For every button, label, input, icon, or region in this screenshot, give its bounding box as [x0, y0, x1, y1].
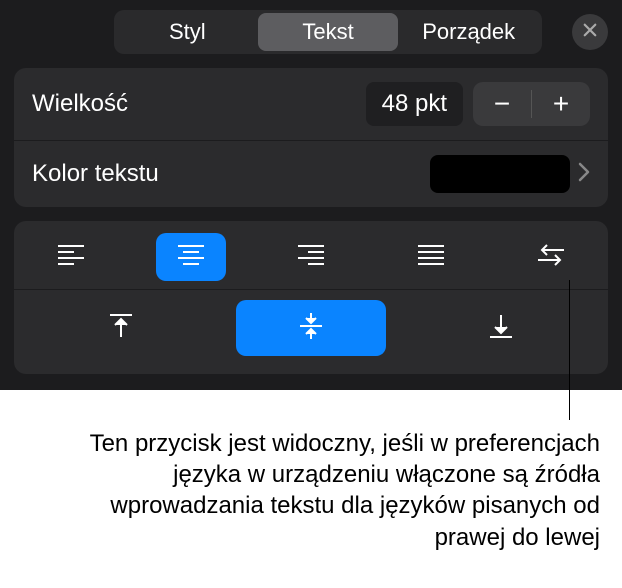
- format-panel: Styl Tekst Porządek Wielkość 48 pkt − +: [0, 0, 622, 390]
- callout: Ten przycisk jest widoczny, jeśli w pref…: [0, 390, 622, 553]
- align-left-icon: [56, 242, 86, 273]
- vertical-align-row: [14, 290, 608, 370]
- text-color-row[interactable]: Kolor tekstu: [14, 141, 608, 207]
- minus-icon: −: [494, 88, 510, 120]
- align-right-icon: [296, 242, 326, 273]
- text-color-swatch[interactable]: [430, 155, 570, 193]
- tab-arrange[interactable]: Porządek: [398, 13, 539, 51]
- valign-bottom-icon: [486, 311, 516, 346]
- rtl-direction-icon: [536, 242, 566, 273]
- valign-middle-button[interactable]: [236, 300, 386, 356]
- valign-middle-icon: [296, 311, 326, 346]
- tab-style[interactable]: Styl: [117, 13, 258, 51]
- size-row: Wielkość 48 pkt − +: [14, 68, 608, 141]
- text-direction-button[interactable]: [516, 233, 586, 281]
- align-center-icon: [176, 242, 206, 273]
- align-left-button[interactable]: [36, 233, 106, 281]
- plus-icon: +: [553, 88, 569, 120]
- valign-bottom-button[interactable]: [461, 300, 541, 356]
- align-justify-icon: [416, 242, 446, 273]
- text-color-label: Kolor tekstu: [32, 160, 430, 188]
- chevron-right-icon: [578, 162, 590, 187]
- tab-text[interactable]: Tekst: [258, 13, 399, 51]
- horizontal-align-row: [14, 225, 608, 290]
- align-right-button[interactable]: [276, 233, 346, 281]
- topbar: Styl Tekst Porządek: [0, 0, 622, 68]
- tab-segmented-control: Styl Tekst Porządek: [114, 10, 542, 54]
- callout-line: [569, 280, 570, 420]
- size-increase-button[interactable]: +: [532, 82, 590, 126]
- align-center-button[interactable]: [156, 233, 226, 281]
- size-stepper: − +: [473, 82, 590, 126]
- callout-text: Ten przycisk jest widoczny, jeśli w pref…: [60, 428, 600, 553]
- close-icon: [581, 21, 599, 44]
- alignment-section: [14, 221, 608, 374]
- size-value-field[interactable]: 48 pkt: [366, 82, 463, 126]
- text-properties-section: Wielkość 48 pkt − + Kolor tekstu: [14, 68, 608, 207]
- valign-top-button[interactable]: [81, 300, 161, 356]
- align-justify-button[interactable]: [396, 233, 466, 281]
- valign-top-icon: [106, 311, 136, 346]
- size-label: Wielkość: [32, 90, 366, 118]
- close-button[interactable]: [572, 14, 608, 50]
- size-decrease-button[interactable]: −: [473, 82, 531, 126]
